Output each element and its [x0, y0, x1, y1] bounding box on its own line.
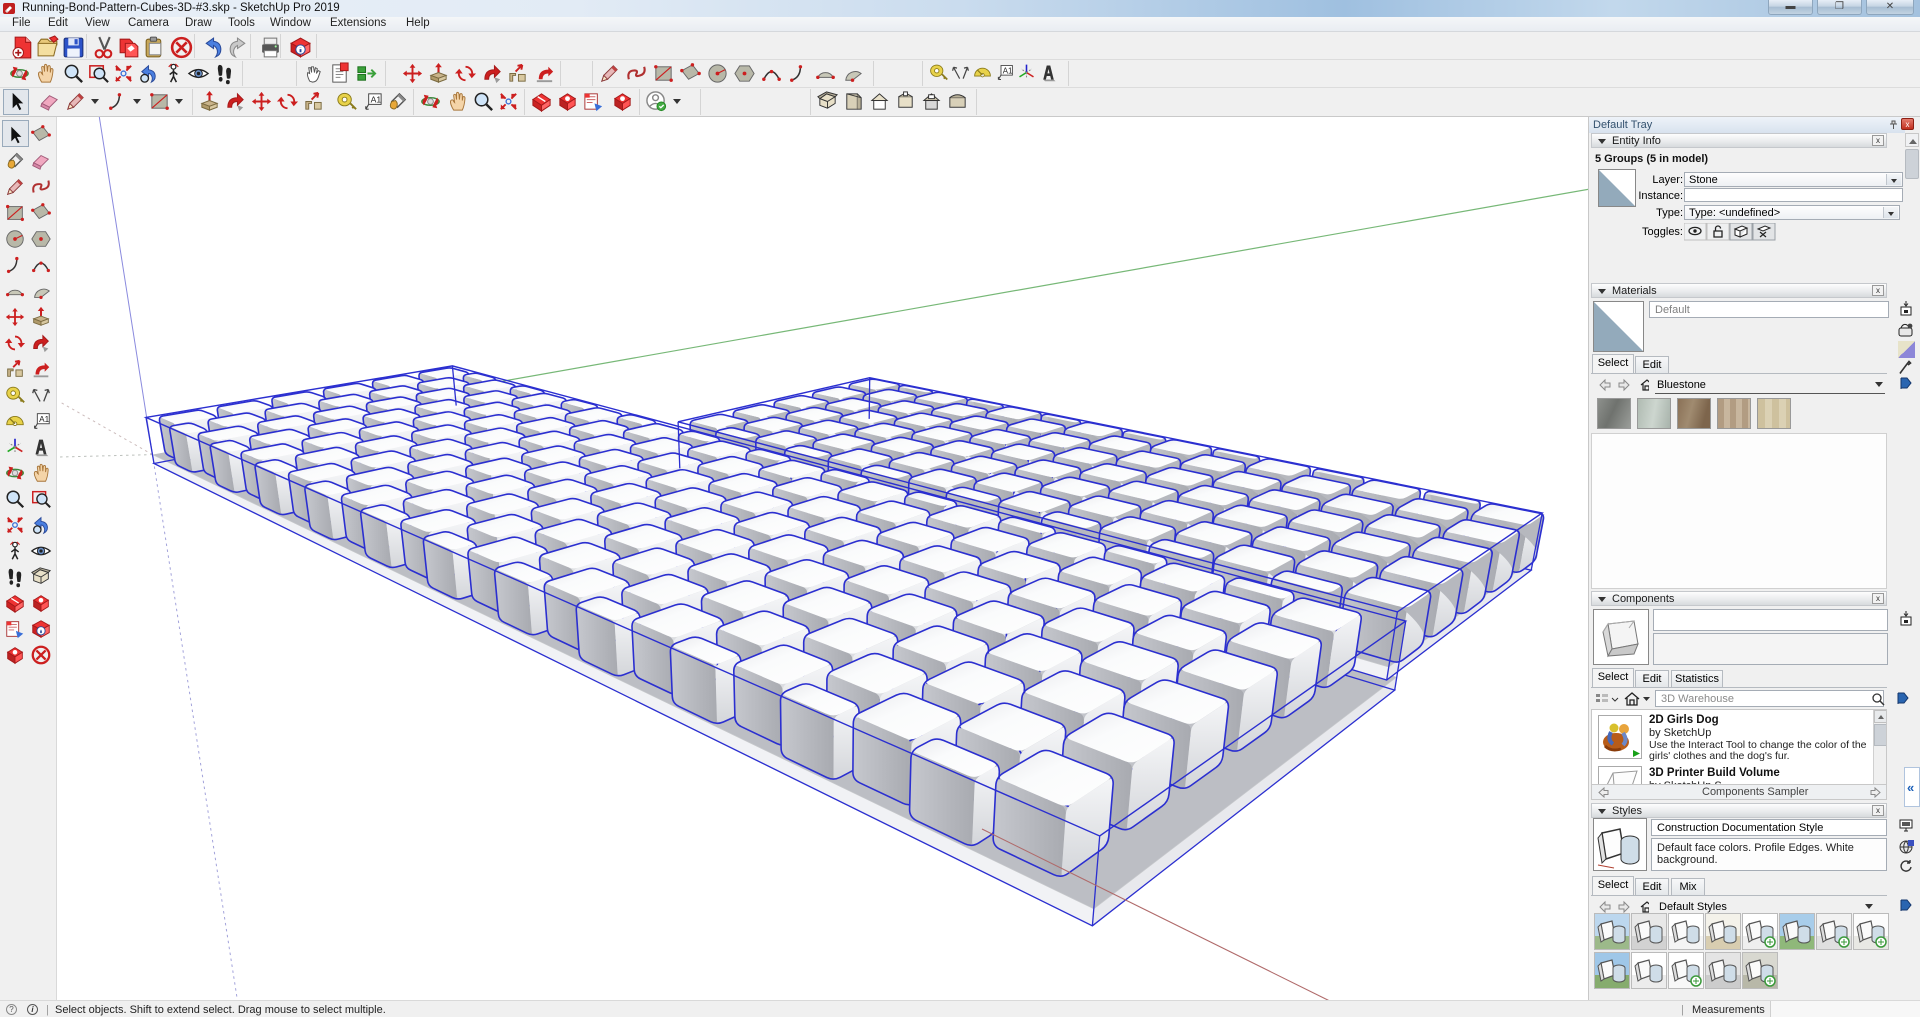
svg-text:A1: A1 — [39, 415, 50, 424]
svg-text:A1: A1 — [371, 94, 382, 104]
svg-text:A1: A1 — [1003, 66, 1013, 75]
